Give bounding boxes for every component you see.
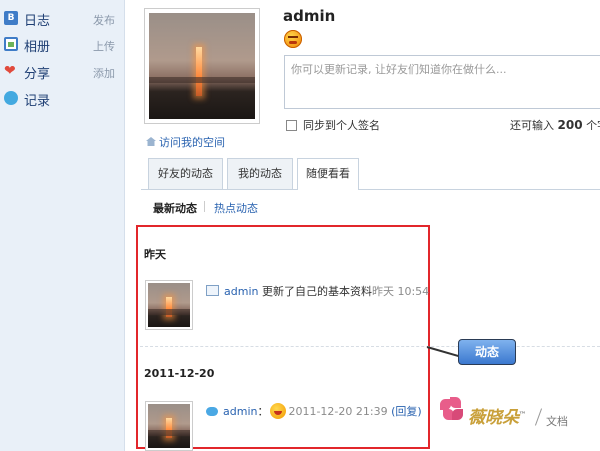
feed-user-link[interactable]: admin — [223, 405, 257, 418]
sidebar-item-label: 相册 — [24, 40, 51, 55]
flower-logo-icon — [440, 397, 466, 423]
profile-card-icon — [206, 285, 219, 296]
mood-emoticon-icon[interactable] — [284, 30, 302, 48]
remaining-chars: 还可输入 200 个字 — [510, 117, 600, 133]
feed-divider — [140, 346, 600, 347]
sidebar-item-share[interactable]: ❤ 分享 添加 — [0, 59, 124, 85]
sync-signature-option[interactable]: 同步到个人签名 — [286, 117, 380, 133]
subtab-hot[interactable]: 热点动态 — [214, 200, 258, 216]
sync-checkbox[interactable] — [286, 119, 297, 131]
feed-date-heading: 昨天 — [144, 248, 166, 261]
remain-prefix: 还可输入 — [510, 119, 554, 132]
watermark-brand-text: 薇晓朵 — [468, 408, 519, 428]
feed-text: 更新了自己的基本资料 — [258, 285, 372, 298]
sidebar-item-label: 日志 — [24, 14, 51, 29]
avatar-photo — [149, 13, 255, 119]
visit-space-label: 访问我的空间 — [159, 136, 225, 149]
sidebar: B 日志 发布 相册 上传 ❤ 分享 添加 记录 — [0, 0, 125, 451]
home-icon — [146, 137, 156, 146]
sidebar-item-blog[interactable]: B 日志 发布 — [0, 6, 124, 32]
watermark-brand: 薇晓朵™ — [468, 403, 526, 428]
feed-text: ： — [257, 405, 269, 418]
sidebar-item-album[interactable]: 相册 上传 — [0, 32, 124, 58]
status-input[interactable] — [284, 55, 600, 109]
smile-emoticon-icon — [270, 403, 287, 419]
tab-my-feed[interactable]: 我的动态 — [227, 158, 293, 189]
album-icon — [4, 37, 18, 51]
feed-avatar[interactable] — [145, 280, 193, 330]
list-item: admin： 2011-12-20 21:39 (回复) — [206, 403, 422, 419]
visit-space-link[interactable]: 访问我的空间 — [146, 134, 225, 150]
tab-divider — [141, 189, 600, 190]
subtab-separator — [204, 201, 205, 212]
avatar-photo — [148, 404, 190, 448]
sync-label: 同步到个人签名 — [303, 119, 380, 132]
feed-time: 2011-12-20 21:39 — [288, 405, 388, 418]
feed-date-heading: 2011-12-20 — [144, 367, 215, 380]
feed-user-link[interactable]: admin — [224, 285, 258, 298]
watermark-doc: 文档 — [546, 415, 568, 428]
sidebar-action-add[interactable]: 添加 — [93, 65, 115, 81]
speech-bubble-icon — [4, 91, 18, 105]
username: admin — [283, 7, 336, 25]
watermark-tm: ™ — [519, 409, 526, 419]
sidebar-item-label: 记录 — [24, 94, 51, 109]
sidebar-action-upload[interactable]: 上传 — [93, 38, 115, 54]
feed-time: 昨天 10:54 — [371, 285, 430, 298]
subtab-latest[interactable]: 最新动态 — [153, 200, 197, 216]
sidebar-action-publish[interactable]: 发布 — [93, 12, 115, 28]
blog-icon: B — [4, 11, 18, 25]
reply-link[interactable]: (回复) — [391, 405, 422, 418]
remain-suffix: 个字 — [586, 119, 600, 132]
list-item: admin 更新了自己的基本资料昨天 10:54 — [206, 283, 429, 299]
tab-browse-random[interactable]: 随便看看 — [297, 158, 359, 190]
feed-avatar[interactable] — [145, 401, 193, 451]
record-bubble-icon — [206, 407, 218, 416]
avatar[interactable] — [144, 8, 260, 124]
heart-share-icon: ❤ — [4, 63, 16, 79]
sidebar-item-record[interactable]: 记录 — [0, 86, 124, 112]
tab-friends-feed[interactable]: 好友的动态 — [148, 158, 223, 189]
remain-count: 200 — [557, 118, 583, 132]
avatar-photo — [148, 283, 190, 327]
callout-label: 动态 — [458, 339, 516, 365]
sidebar-item-label: 分享 — [24, 67, 51, 82]
